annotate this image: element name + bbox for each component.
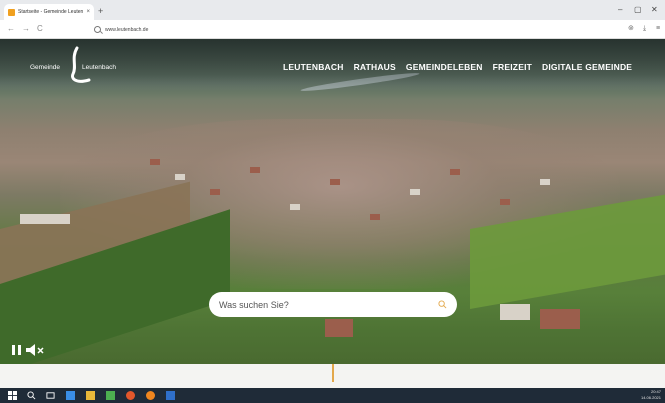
house — [410, 189, 420, 195]
address-bar[interactable]: www.leutenbach.de — [94, 23, 634, 36]
back-button[interactable]: ← — [7, 23, 15, 35]
site-search-input[interactable] — [219, 299, 438, 310]
downloads-icon[interactable]: ⤓ — [643, 24, 646, 34]
pause-icon[interactable] — [12, 345, 22, 355]
browser-window: Startseite - Gemeinde Leutenbach × + – ▢… — [0, 0, 665, 403]
search-icon — [94, 26, 101, 33]
house — [250, 167, 260, 173]
scroll-indicator[interactable] — [332, 364, 334, 382]
forward-button[interactable]: → — [22, 23, 30, 35]
house — [150, 159, 160, 165]
firefox-icon[interactable] — [126, 391, 135, 400]
nav-item-gemeindeleben[interactable]: GEMEINDELEBEN — [406, 62, 483, 72]
site-logo[interactable]: Gemeinde Leutenbach — [30, 46, 130, 86]
hero-aerial-image: Gemeinde Leutenbach LEUTENBACH RATHAUS G… — [0, 39, 665, 364]
store-icon[interactable] — [106, 391, 115, 400]
tab-close-button[interactable]: × — [86, 9, 90, 15]
page-bottom-strip — [0, 364, 665, 388]
search-icon[interactable] — [438, 300, 447, 309]
house — [330, 179, 340, 185]
nav-item-rathaus[interactable]: RATHAUS — [354, 62, 396, 72]
task-view-icon[interactable] — [46, 391, 55, 400]
os-taskbar: 20:47 14.06.2021 — [0, 388, 665, 403]
house — [500, 199, 510, 205]
reload-button[interactable]: C — [37, 23, 43, 35]
house — [175, 174, 185, 180]
house — [325, 319, 353, 337]
clock-date: 14.06.2021 — [640, 395, 661, 400]
logo-text-left: Gemeinde — [30, 64, 60, 71]
close-window-button[interactable]: ✕ — [651, 4, 658, 16]
windows-start-icon[interactable] — [8, 391, 17, 400]
menu-icon[interactable]: ≡ — [656, 24, 660, 34]
edge-icon[interactable] — [66, 391, 75, 400]
app-window-icon[interactable] — [166, 391, 175, 400]
browser-tab[interactable]: Startseite - Gemeinde Leutenbach × — [4, 4, 94, 20]
site-navigation: LEUTENBACH RATHAUS GEMEINDELEBEN FREIZEI… — [283, 62, 632, 72]
tab-title: Startseite - Gemeinde Leutenbach — [18, 9, 84, 15]
minimize-button[interactable]: – — [618, 4, 622, 16]
app-icon[interactable] — [146, 391, 155, 400]
logo-text-right: Leutenbach — [82, 64, 116, 71]
house — [370, 214, 380, 220]
file-explorer-icon[interactable] — [86, 391, 95, 400]
nav-item-freizeit[interactable]: FREIZEIT — [493, 62, 532, 72]
extensions-icon[interactable]: ⊚ — [628, 24, 634, 34]
house — [500, 304, 530, 320]
navigation-bar: ← → C www.leutenbach.de ⊚ ⤓ ≡ — [0, 20, 665, 39]
new-tab-button[interactable]: + — [98, 5, 103, 17]
house — [450, 169, 460, 175]
nav-item-leutenbach[interactable]: LEUTENBACH — [283, 62, 344, 72]
house — [290, 204, 300, 210]
house — [210, 189, 220, 195]
system-clock[interactable]: 20:47 14.06.2021 — [641, 389, 661, 401]
house — [540, 309, 580, 329]
favicon-icon — [8, 8, 15, 16]
address-text: www.leutenbach.de — [105, 26, 149, 33]
mute-icon[interactable] — [26, 344, 46, 356]
nav-item-digitale-gemeinde[interactable]: DIGITALE GEMEINDE — [542, 62, 632, 72]
site-search-box — [209, 292, 457, 317]
building — [20, 214, 70, 224]
search-icon[interactable] — [27, 391, 36, 400]
house — [540, 179, 550, 185]
tab-bar: Startseite - Gemeinde Leutenbach × + – ▢… — [0, 0, 665, 20]
maximize-button[interactable]: ▢ — [634, 4, 642, 16]
